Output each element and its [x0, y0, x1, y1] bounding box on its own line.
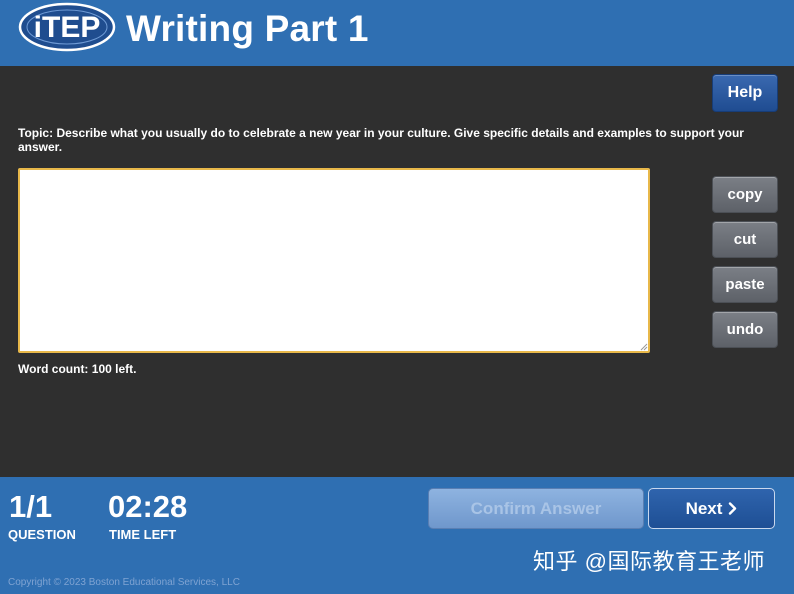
next-button-label: Next [685, 498, 723, 518]
paste-button[interactable]: paste [712, 266, 778, 303]
next-button[interactable]: Next [648, 488, 775, 529]
undo-button[interactable]: undo [712, 311, 778, 348]
question-label: QUESTION [8, 527, 76, 542]
word-count: Word count: 100 left. [18, 362, 137, 376]
itep-logo: iTEP [18, 2, 116, 52]
copy-button[interactable]: copy [712, 176, 778, 213]
writing-panel: Help Topic: Describe what you usually do… [0, 66, 794, 477]
help-button[interactable]: Help [712, 74, 778, 112]
confirm-answer-button[interactable]: Confirm Answer [428, 488, 644, 529]
time-left-label: TIME LEFT [109, 527, 177, 542]
chevron-right-icon [729, 502, 737, 515]
footer-bar: 1/1 QUESTION 02:28 TIME LEFT Confirm Ans… [0, 477, 794, 594]
cut-button[interactable]: cut [712, 221, 778, 258]
watermark-text: 知乎 @国际教育王老师 [533, 549, 765, 574]
copyright-text: Copyright © 2023 Boston Educational Serv… [8, 577, 240, 588]
answer-textarea[interactable] [18, 168, 650, 353]
time-left-value: 02:28 [108, 489, 188, 524]
page-title: Writing Part 1 [126, 8, 369, 49]
svg-text:iTEP: iTEP [34, 11, 101, 44]
topic-prompt: Topic: Describe what you usually do to c… [18, 126, 744, 154]
resize-grip-icon[interactable] [640, 343, 648, 351]
question-number: 1/1 [9, 489, 53, 524]
header-bar: iTEP Writing Part 1 [0, 0, 794, 66]
